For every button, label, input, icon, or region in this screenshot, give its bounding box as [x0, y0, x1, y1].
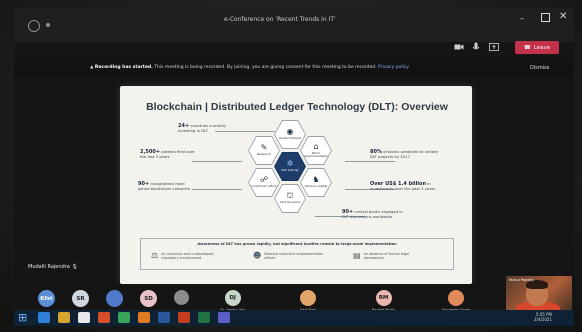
title-bar [14, 8, 574, 42]
gavel-icon: ⚖ [151, 251, 159, 260]
media-player-icon[interactable] [78, 312, 90, 323]
avatar [174, 290, 189, 305]
stat-countries: 24+ countries currently investing in DLT [178, 123, 227, 133]
dismiss-button[interactable]: Dismiss [530, 65, 549, 71]
privacy-policy-link[interactable]: Privacy policy [378, 65, 409, 70]
document-icon: ▤ [353, 251, 361, 260]
footer-title: Awareness of DLT has grown rapidly, but … [197, 242, 397, 246]
stat-banks: 80% of banks predicted to initiate DLT p… [370, 149, 439, 159]
more-options-icon[interactable] [46, 23, 50, 27]
avatar [300, 290, 316, 306]
teams-icon[interactable] [218, 312, 230, 323]
central-bank-icon: ⛫ [286, 191, 294, 201]
participant-tile[interactable] [174, 290, 189, 305]
avatar: DJ [224, 290, 241, 306]
stat-patents: 2,500+ patents filed over the last 3 yea… [140, 149, 195, 159]
stat-investment: Over US$ 1.4 billion in investments over… [370, 181, 436, 191]
leave-label: Leave [533, 44, 551, 51]
word-icon[interactable] [158, 312, 170, 323]
phone-hangup-icon: ☎ [523, 44, 531, 51]
participant-tile[interactable]: SD [140, 290, 157, 307]
maximize-button[interactable] [541, 13, 550, 22]
participant-tile[interactable]: Sangeeta Sagar [442, 290, 471, 312]
avatar [448, 290, 465, 306]
slide-footer: Awareness of DLT has grown rapidly, but … [140, 238, 454, 270]
recording-notice: ▲ Recording has started. This meeting is… [90, 65, 409, 70]
folder-icon[interactable] [58, 312, 70, 323]
bank-icon: ⌂ [313, 141, 319, 151]
firefox-icon[interactable] [138, 312, 150, 323]
teams-logo-icon [28, 20, 40, 32]
avatar: Kfst [38, 290, 55, 307]
excel-icon[interactable] [198, 312, 210, 323]
share-screen-icon[interactable] [489, 42, 499, 52]
recording-bold: Recording has started. [94, 65, 153, 70]
participant-tile[interactable]: SR [72, 290, 89, 307]
windows-start-icon[interactable]: ⊞ [18, 311, 27, 324]
slide-title: Blockchain | Distributed Ledger Technolo… [146, 101, 448, 113]
video-name: Mukul Pandey [509, 278, 534, 282]
avatar: SR [72, 290, 89, 307]
mic-muted-icon: 🎙 [71, 264, 78, 270]
teams-window: e-Conference on 'Recent Trends in IT' – … [14, 8, 574, 326]
chrome-icon[interactable] [118, 312, 130, 323]
minimize-button[interactable]: – [520, 14, 524, 23]
participant-tile[interactable]: Kfst [38, 290, 55, 307]
store-icon[interactable] [98, 312, 110, 323]
meeting-title: e-Conference on 'Recent Trends in IT' [224, 16, 336, 23]
participant-tile[interactable]: DJ Dr. Amala Jain [220, 290, 245, 312]
participant-tile[interactable] [106, 290, 123, 307]
connector-line [345, 161, 395, 162]
stat-central-banks: 90+ central banks engaged in DLT discuss… [342, 209, 403, 219]
network-icon: ✲ [286, 159, 294, 169]
consortium-icon: ☍ [259, 175, 269, 185]
footer-item-regulatory: ⚖ An uncertain and undeveloped regulator… [151, 251, 214, 260]
system-clock[interactable]: 5:05 PM 2/4/2021 [534, 312, 552, 322]
connector-line [192, 161, 242, 162]
edge-icon[interactable] [38, 312, 50, 323]
shared-slide: Blockchain | Distributed Ledger Technolo… [120, 86, 472, 284]
presenter-name: Mudalli Rajendra 🎙 [28, 264, 78, 270]
globe-icon: ◉ [286, 127, 294, 137]
connector-line [192, 189, 242, 190]
people-icon: ☻ [253, 251, 262, 260]
video-camera-icon[interactable] [454, 42, 464, 52]
avatar: RM [375, 290, 392, 306]
leave-button[interactable]: ☎ Leave [515, 41, 559, 54]
microphone-icon[interactable] [472, 42, 480, 52]
footer-item-legal: ▤ An absence of formal legal frameworks [353, 251, 409, 260]
participants-strip [14, 284, 574, 312]
powerpoint-icon[interactable] [178, 312, 190, 323]
participant-tile[interactable]: RM Ranbel Mulla [372, 290, 395, 312]
research-icon: ✎ [260, 143, 268, 153]
footer-item-implementation: ☻ Nascent collective implementation effo… [253, 251, 324, 260]
avatar [106, 290, 123, 307]
avatar: SD [140, 290, 157, 307]
stat-corporations: 90+ corporations have joined blockchain … [138, 181, 190, 191]
participant-tile[interactable]: Sarli Rao [300, 290, 316, 312]
clock-date: 2/4/2021 [534, 316, 552, 322]
recording-text: This meeting is being recorded. By joini… [152, 65, 377, 70]
close-button[interactable]: ✕ [559, 11, 567, 22]
venture-capital-icon: ♞ [312, 175, 320, 185]
